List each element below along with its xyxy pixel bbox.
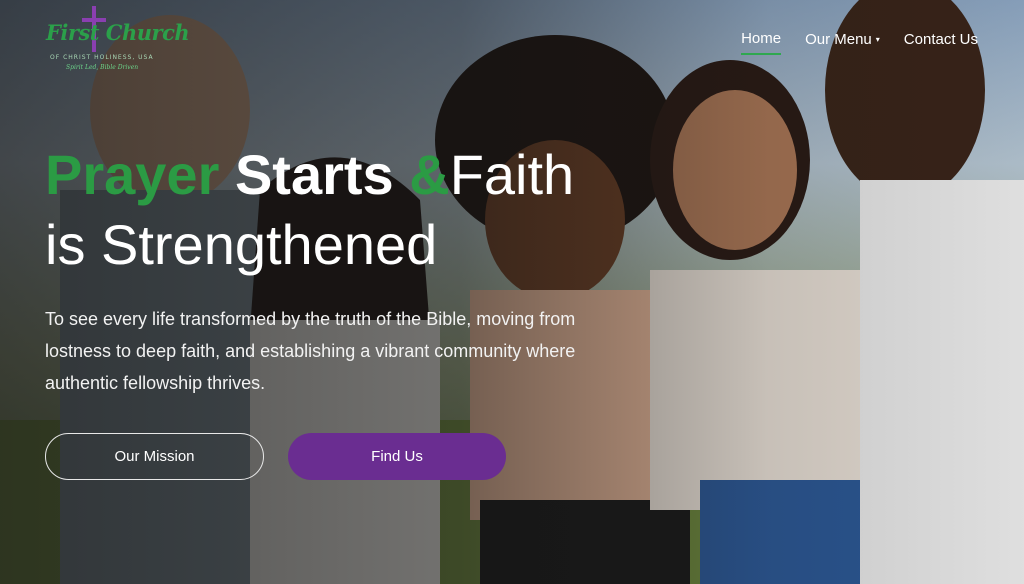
headline-ampersand: & [409,143,450,206]
headline-word-faith: Faith [449,143,575,206]
headline-word-starts: Starts [234,143,394,206]
hero-description: To see every life transformed by the tru… [45,309,576,393]
find-us-button[interactable]: Find Us [288,433,506,480]
nav-item-home[interactable]: Home [741,30,782,55]
nav-item-our-menu[interactable]: Our Menu ▾ [805,30,880,55]
nav-item-label: Contact Us [903,31,978,48]
our-mission-button[interactable]: Our Mission [45,433,264,480]
nav-item-label: Our Menu [805,31,872,48]
hero-section: First Church OF CHRIST HOLINESS, USA Spi… [0,0,1024,584]
hero-headline: Prayer Starts &Faith is Strengthened [45,140,574,280]
hero-dark-overlay [0,0,1024,584]
caret-down-icon: ▾ [875,35,880,44]
logo-title: First Church [46,20,190,45]
nav-item-label: Home [741,30,782,47]
logo-tagline: Spirit Led, Bible Driven [66,64,139,71]
main-navigation: Home Our Menu ▾ Contact Us [741,30,978,55]
logo-subtitle: OF CHRIST HOLINESS, USA [50,54,154,61]
headline-line-two: is Strengthened [45,213,438,276]
church-logo[interactable]: First Church OF CHRIST HOLINESS, USA Spi… [44,6,190,78]
headline-word-prayer: Prayer [45,143,220,206]
nav-item-contact-us[interactable]: Contact Us [904,30,978,55]
